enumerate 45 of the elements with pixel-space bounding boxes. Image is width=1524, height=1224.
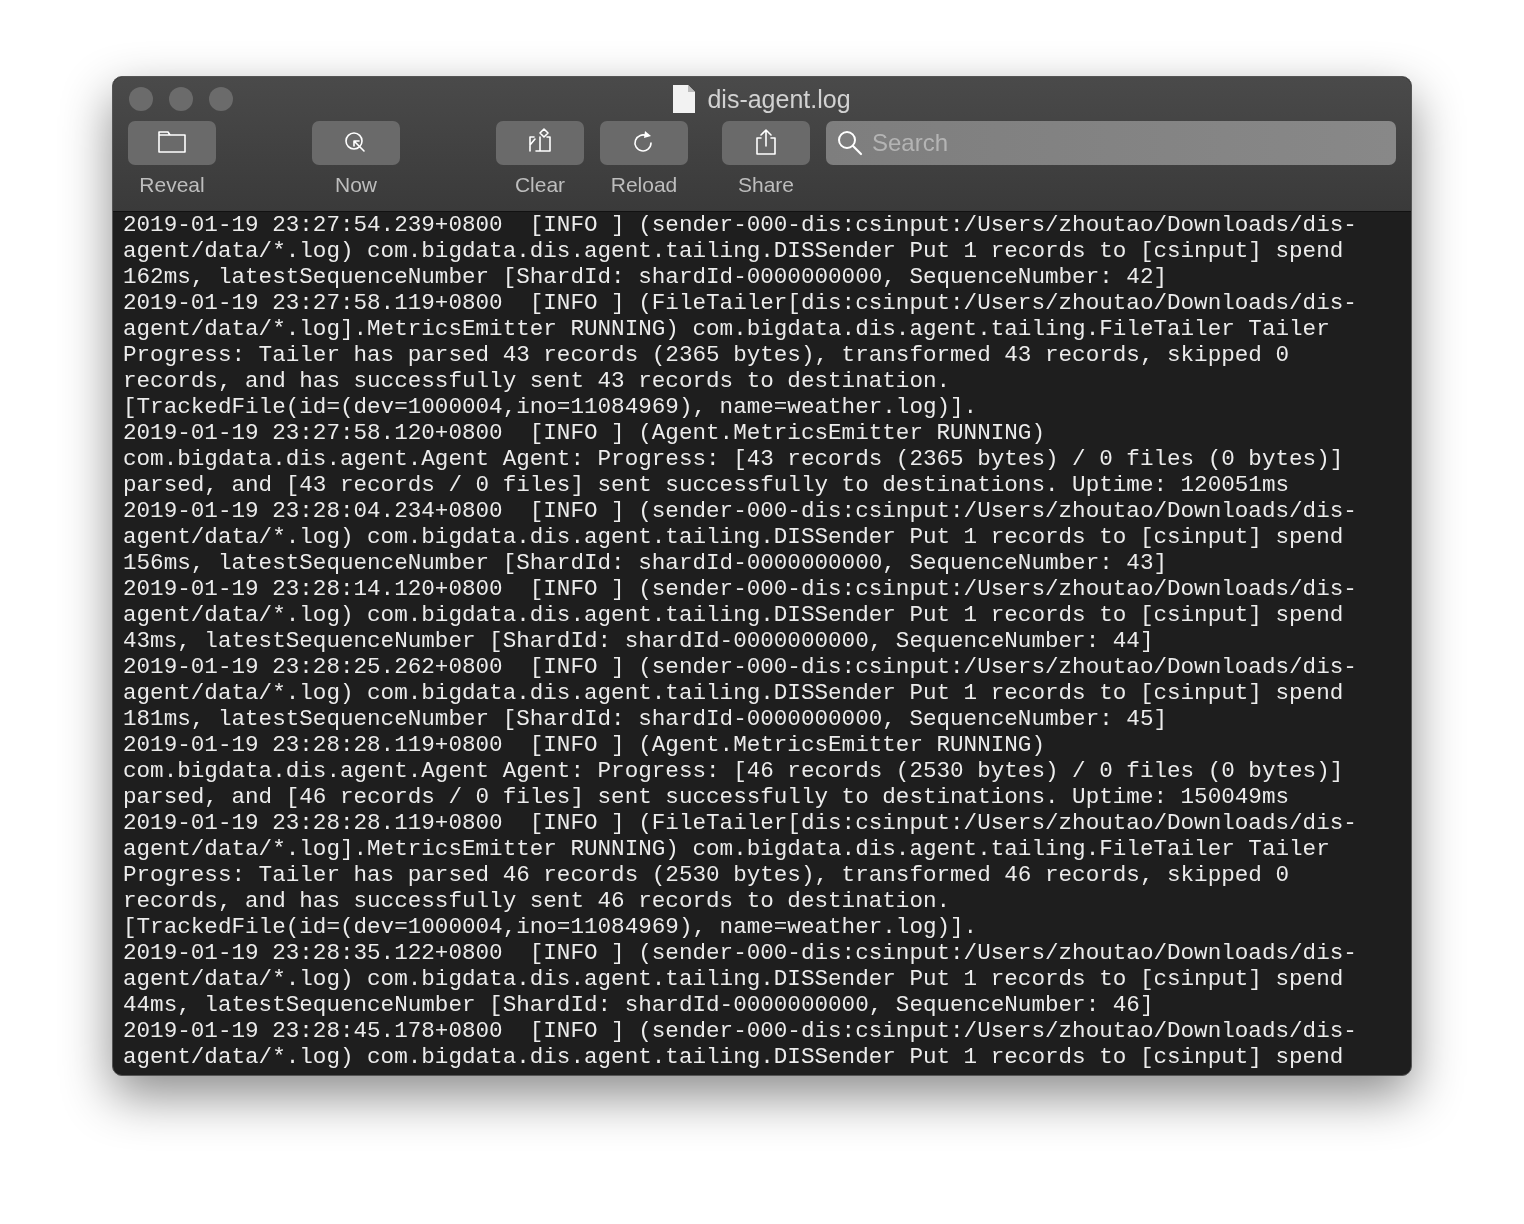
log-line: parsed, and [46 records / 0 files] sent successfully to destinations. Uptime: 150049ms bbox=[123, 784, 1290, 810]
document-icon bbox=[673, 85, 696, 113]
log-line: agent/data/*.log].MetricsEmitter RUNNING) com.bigdata.dis.agent.tailing.FileTailer Tailer bbox=[123, 836, 1330, 862]
toolbar-label[interactable]: Clear bbox=[514, 173, 566, 197]
log-line: 2019-01-19 23:27:54.239+0800 [INFO ] (sender-000-dis:csinput:/Users/zhoutao/Downloads/dis- bbox=[123, 212, 1357, 238]
share-button[interactable] bbox=[722, 121, 810, 165]
log-line: 43ms, latestSequenceNumber [ShardId: shardId-0000000000, SequenceNumber: 44] bbox=[123, 628, 1154, 654]
window-title: dis-agent.log bbox=[707, 84, 851, 114]
log-line: 44ms, latestSequenceNumber [ShardId: shardId-0000000000, SequenceNumber: 46] bbox=[123, 992, 1154, 1018]
log-line: 2019-01-19 23:28:35.122+0800 [INFO ] (sender-000-dis:csinput:/Users/zhoutao/Downloads/dis- bbox=[123, 940, 1357, 966]
clear-button[interactable] bbox=[496, 121, 584, 165]
toolbar-label[interactable]: Share bbox=[737, 173, 794, 197]
log-line: com.bigdata.dis.agent.Agent Agent: Progress: [46 records (2530 bytes) / 0 files (0 bytes)] bbox=[123, 758, 1344, 784]
log-line: parsed, and [43 records / 0 files] sent successfully to destinations. Uptime: 120051ms bbox=[123, 472, 1290, 498]
log-line: agent/data/*.log) com.bigdata.dis.agent.tailing.DISSender Put 1 records to [csinput] spend bbox=[123, 602, 1344, 628]
log-line: 2019-01-19 23:27:58.120+0800 [INFO ] (Agent.MetricsEmitter RUNNING) bbox=[123, 420, 1045, 446]
log-line: agent/data/*.log) com.bigdata.dis.agent.tailing.DISSender Put 1 records to [csinput] spend bbox=[123, 680, 1344, 706]
log-line: 2019-01-19 23:28:04.234+0800 [INFO ] (sender-000-dis:csinput:/Users/zhoutao/Downloads/dis- bbox=[123, 498, 1357, 524]
log-line: Progress: Tailer has parsed 43 records (2365 bytes), transformed 43 records, skipped 0 bbox=[123, 342, 1290, 368]
log-line: records, and has successfully sent 43 records to destination. bbox=[123, 368, 951, 394]
log-line: agent/data/*.log].MetricsEmitter RUNNING) com.bigdata.dis.agent.tailing.FileTailer Tailer bbox=[123, 316, 1330, 342]
log-line: 156ms, latestSequenceNumber [ShardId: shardId-0000000000, SequenceNumber: 43] bbox=[123, 550, 1167, 576]
log-line: Progress: Tailer has parsed 46 records (2530 bytes), transformed 46 records, skipped 0 bbox=[123, 862, 1290, 888]
now-button[interactable] bbox=[312, 121, 400, 165]
log-line: agent/data/*.log) com.bigdata.dis.agent.tailing.DISSender Put 1 records to [csinput] spend bbox=[123, 1044, 1344, 1070]
toolbar-label[interactable]: Reload bbox=[610, 173, 678, 197]
log-line: [TrackedFile(id=(dev=1000004,ino=11084969), name=weather.log)]. bbox=[123, 914, 978, 940]
reload-button[interactable] bbox=[600, 121, 688, 165]
reveal-button[interactable] bbox=[128, 121, 216, 165]
log-line: 2019-01-19 23:28:14.120+0800 [INFO ] (sender-000-dis:csinput:/Users/zhoutao/Downloads/dis- bbox=[123, 576, 1357, 602]
log-line: agent/data/*.log) com.bigdata.dis.agent.tailing.DISSender Put 1 records to [csinput] spend bbox=[123, 966, 1344, 992]
log-line: 2019-01-19 23:28:28.119+0800 [INFO ] (FileTailer[dis:csinput:/Users/zhoutao/Downloads/dis- bbox=[123, 810, 1357, 836]
log-line: 2019-01-19 23:28:45.178+0800 [INFO ] (sender-000-dis:csinput:/Users/zhoutao/Downloads/dis- bbox=[123, 1018, 1357, 1044]
log-line: agent/data/*.log) com.bigdata.dis.agent.tailing.DISSender Put 1 records to [csinput] spend bbox=[123, 524, 1344, 550]
toolbar-label[interactable]: Reveal bbox=[139, 173, 205, 197]
toolbar-label[interactable]: Now bbox=[335, 173, 377, 197]
log-line: records, and has successfully sent 46 records to destination. bbox=[123, 888, 951, 914]
log-line: 162ms, latestSequenceNumber [ShardId: shardId-0000000000, SequenceNumber: 42] bbox=[123, 264, 1167, 290]
log-line: 2019-01-19 23:28:28.119+0800 [INFO ] (Agent.MetricsEmitter RUNNING) bbox=[123, 732, 1045, 758]
log-line: com.bigdata.dis.agent.Agent Agent: Progress: [43 records (2365 bytes) / 0 files (0 bytes)] bbox=[123, 446, 1344, 472]
log-line: agent/data/*.log) com.bigdata.dis.agent.tailing.DISSender Put 1 records to [csinput] spend bbox=[123, 238, 1344, 264]
log-line: 2019-01-19 23:28:25.262+0800 [INFO ] (sender-000-dis:csinput:/Users/zhoutao/Downloads/dis- bbox=[123, 654, 1357, 680]
log-line: 2019-01-19 23:27:58.119+0800 [INFO ] (FileTailer[dis:csinput:/Users/zhoutao/Downloads/dis- bbox=[123, 290, 1357, 316]
log-line: 181ms, latestSequenceNumber [ShardId: shardId-0000000000, SequenceNumber: 45] bbox=[123, 706, 1167, 732]
log-line: [TrackedFile(id=(dev=1000004,ino=11084969), name=weather.log)]. bbox=[123, 394, 978, 420]
